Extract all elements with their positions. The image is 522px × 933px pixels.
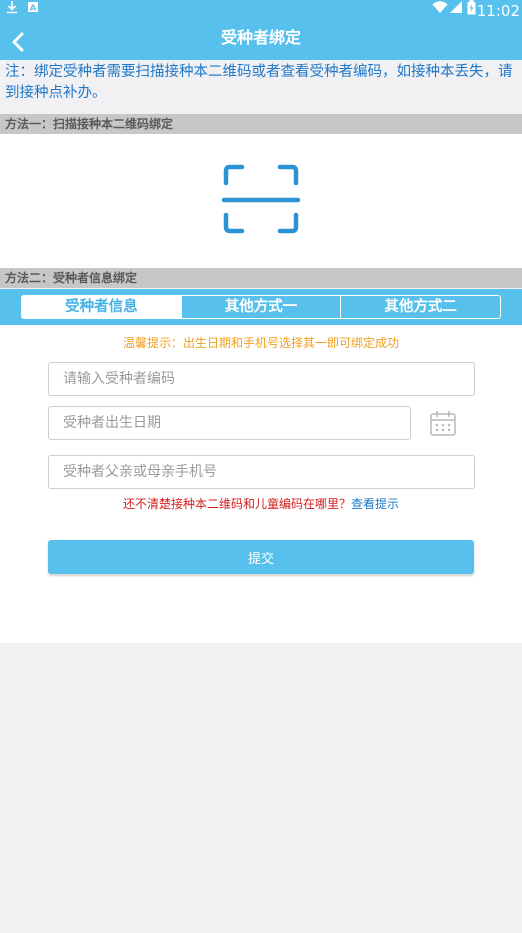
binding-notice: 注：绑定受种者需要扫描接种本二维码或者查看受种者编码，如接种本丢失，请到接种点补…	[5, 64, 513, 101]
binding-tip: 温馨提示：出生日期和手机号选择其一即可绑定成功	[122, 336, 399, 350]
status-time: 11:02	[476, 2, 520, 20]
tab-group: 受种者信息 其他方式一 其他方式二	[21, 295, 501, 319]
calendar-icon	[430, 411, 456, 436]
battery-icon	[467, 0, 476, 22]
page-title: 受种者绑定	[220, 28, 301, 47]
download-icon	[6, 0, 18, 22]
method2-label: 方法二：受种者信息绑定	[0, 268, 522, 288]
parent-phone-input[interactable]	[48, 455, 475, 489]
tab-bar: 受种者信息 其他方式一 其他方式二	[0, 289, 522, 325]
birth-date-input[interactable]	[48, 406, 411, 440]
wifi-icon	[432, 0, 448, 22]
svg-text:A: A	[30, 4, 37, 13]
recipient-code-input[interactable]	[48, 362, 475, 396]
scan-icon	[221, 164, 301, 234]
tab-other-method-2[interactable]: 其他方式二	[340, 296, 500, 318]
view-hint-link[interactable]: 查看提示	[351, 497, 399, 511]
method1-label: 方法一：扫描接种本二维码绑定	[0, 114, 522, 134]
help-line: 还不清楚接种本二维码和儿童编码在哪里？查看提示	[0, 495, 522, 512]
help-question: 还不清楚接种本二维码和儿童编码在哪里？	[122, 497, 351, 511]
scan-qr-button[interactable]	[221, 163, 301, 239]
status-bar: A 11:02	[0, 0, 522, 22]
tab-other-method-1[interactable]: 其他方式一	[180, 296, 341, 318]
navigation-bar: 受种者绑定	[0, 22, 522, 60]
a-icon: A	[27, 0, 39, 22]
submit-button[interactable]: 提交	[48, 540, 474, 574]
tab-recipient-info[interactable]: 受种者信息	[22, 296, 181, 318]
calendar-button[interactable]	[429, 409, 457, 437]
signal-icon	[449, 0, 463, 22]
